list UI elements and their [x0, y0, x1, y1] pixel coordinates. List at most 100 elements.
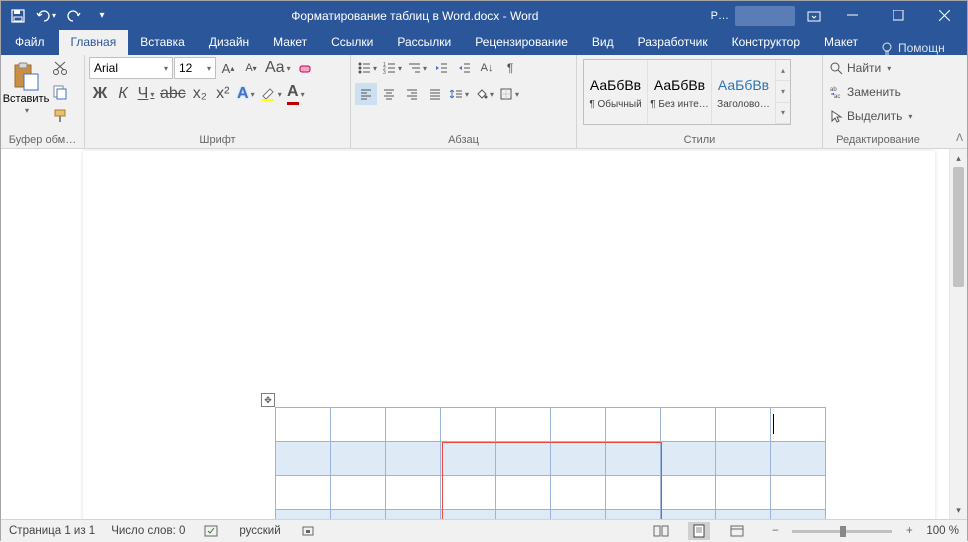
- tab-mailings[interactable]: Рассылки: [385, 30, 463, 55]
- table-row[interactable]: [276, 476, 826, 510]
- print-layout-button[interactable]: [688, 522, 710, 540]
- status-bar: Страница 1 из 1 Число слов: 0 русский − …: [1, 519, 967, 542]
- status-page[interactable]: Страница 1 из 1: [9, 525, 95, 537]
- find-button[interactable]: Найти▾: [827, 57, 927, 79]
- style-heading1[interactable]: АаБбВвЗаголово…: [712, 60, 776, 124]
- tab-table-layout[interactable]: Макет: [812, 30, 870, 55]
- save-button[interactable]: [5, 4, 31, 28]
- styles-gallery[interactable]: АаБбВв¶ Обычный АаБбВв¶ Без инте… АаБбВв…: [583, 59, 791, 125]
- table-row[interactable]: [276, 408, 826, 442]
- underline-button[interactable]: Ч▾: [135, 83, 157, 105]
- table-row[interactable]: [276, 510, 826, 520]
- tab-insert[interactable]: Вставка: [128, 30, 197, 55]
- tab-file[interactable]: Файл: [1, 30, 59, 55]
- share-button[interactable]: [955, 41, 968, 55]
- account-indicator[interactable]: Р…: [711, 10, 729, 22]
- document-table[interactable]: [275, 407, 826, 519]
- font-color-button[interactable]: A▾: [285, 83, 307, 105]
- grow-font-button[interactable]: A▴: [217, 57, 239, 79]
- decrease-indent-button[interactable]: [430, 57, 452, 79]
- zoom-out-button[interactable]: −: [764, 522, 786, 540]
- shading-button[interactable]: ▾: [472, 83, 496, 105]
- ribbon-display-options[interactable]: [803, 6, 825, 26]
- undo-button[interactable]: ▾: [33, 4, 59, 28]
- format-painter-button[interactable]: [49, 105, 71, 127]
- group-editing: Найти▾ abacЗаменить Выделить▾ Редактиров…: [823, 55, 933, 148]
- gallery-down[interactable]: ▾: [776, 81, 790, 102]
- show-marks-button[interactable]: [499, 57, 521, 79]
- sort-button[interactable]: A↓: [476, 57, 498, 79]
- scroll-down-button[interactable]: ▾: [950, 501, 967, 519]
- scroll-up-button[interactable]: ▴: [950, 149, 967, 167]
- paste-button[interactable]: Вставить ▾: [5, 57, 47, 117]
- tab-review[interactable]: Рецензирование: [463, 30, 580, 55]
- scroll-thumb[interactable]: [953, 167, 964, 287]
- tell-me[interactable]: Помощн: [870, 41, 955, 55]
- web-layout-button[interactable]: [726, 522, 748, 540]
- spellcheck-button[interactable]: [201, 522, 223, 540]
- lightbulb-icon: [880, 41, 894, 55]
- gallery-up[interactable]: ▴: [776, 60, 790, 81]
- document-page[interactable]: ✥: [1, 149, 949, 519]
- select-button[interactable]: Выделить▾: [827, 105, 927, 127]
- read-mode-button[interactable]: [650, 522, 672, 540]
- tab-developer[interactable]: Разработчик: [626, 30, 720, 55]
- cut-button[interactable]: [49, 57, 71, 79]
- svg-text:3: 3: [383, 70, 386, 75]
- font-name-combo[interactable]: Arial▾: [89, 57, 173, 79]
- gallery-more[interactable]: ▾: [776, 103, 790, 124]
- align-center-button[interactable]: [378, 83, 400, 105]
- highlighter-icon: [260, 86, 276, 102]
- macro-record-button[interactable]: [297, 522, 319, 540]
- style-normal[interactable]: АаБбВв¶ Обычный: [584, 60, 648, 124]
- tab-references[interactable]: Ссылки: [319, 30, 385, 55]
- tab-view[interactable]: Вид: [580, 30, 626, 55]
- tab-home[interactable]: Главная: [59, 30, 129, 55]
- bold-button[interactable]: Ж: [89, 83, 111, 105]
- strike-button[interactable]: abc: [158, 83, 188, 105]
- justify-button[interactable]: [424, 83, 446, 105]
- line-spacing-button[interactable]: ▾: [447, 83, 471, 105]
- zoom-in-button[interactable]: +: [898, 522, 920, 540]
- tab-layout[interactable]: Макет: [261, 30, 319, 55]
- table-wrapper: ✥: [275, 407, 826, 519]
- change-case-button[interactable]: Aa▾: [263, 57, 293, 79]
- zoom-slider-thumb[interactable]: [840, 526, 846, 537]
- superscript-button[interactable]: x²: [212, 83, 234, 105]
- font-size-combo[interactable]: 12▾: [174, 57, 216, 79]
- borders-button[interactable]: ▾: [497, 83, 521, 105]
- table-move-handle[interactable]: ✥: [261, 393, 275, 407]
- replace-icon: abac: [829, 85, 843, 99]
- redo-button[interactable]: [61, 4, 87, 28]
- status-words[interactable]: Число слов: 0: [111, 525, 185, 537]
- highlight-button[interactable]: ▾: [258, 83, 284, 105]
- paper: ✥: [83, 151, 935, 519]
- style-no-spacing[interactable]: АаБбВв¶ Без инте…: [648, 60, 712, 124]
- zoom-slider[interactable]: [792, 530, 892, 533]
- subscript-button[interactable]: x₂: [189, 83, 211, 105]
- multilevel-button[interactable]: ▾: [405, 57, 429, 79]
- qat-customize[interactable]: ▾: [89, 4, 115, 28]
- maximize-button[interactable]: [875, 1, 921, 30]
- table-row[interactable]: [276, 442, 826, 476]
- align-right-button[interactable]: [401, 83, 423, 105]
- bullets-button[interactable]: ▾: [355, 57, 379, 79]
- numbering-button[interactable]: 123▾: [380, 57, 404, 79]
- account-name[interactable]: [735, 6, 795, 26]
- zoom-level[interactable]: 100 %: [926, 525, 959, 537]
- replace-button[interactable]: abacЗаменить: [827, 81, 927, 103]
- status-language[interactable]: русский: [239, 525, 280, 537]
- vertical-scrollbar[interactable]: ▴ ▾: [949, 149, 967, 519]
- tab-design[interactable]: Дизайн: [197, 30, 261, 55]
- text-effects-button[interactable]: A▾: [235, 83, 257, 105]
- shrink-font-button[interactable]: A▾: [240, 57, 262, 79]
- increase-indent-button[interactable]: [453, 57, 475, 79]
- collapse-ribbon-button[interactable]: ᐱ: [956, 133, 963, 144]
- italic-button[interactable]: К: [112, 83, 134, 105]
- align-left-button[interactable]: [355, 83, 377, 105]
- copy-button[interactable]: [49, 81, 71, 103]
- minimize-button[interactable]: [829, 1, 875, 30]
- clear-format-button[interactable]: [294, 57, 316, 79]
- tab-table-design[interactable]: Конструктор: [720, 30, 812, 55]
- close-button[interactable]: [921, 1, 967, 30]
